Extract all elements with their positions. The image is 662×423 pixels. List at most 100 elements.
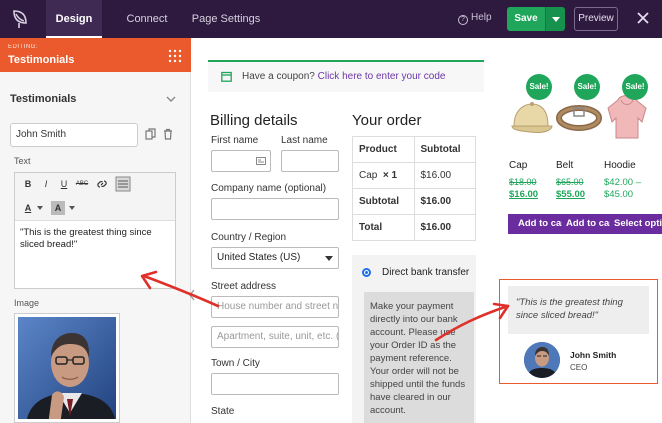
payment-description: Make your payment directly into our bank…	[364, 292, 474, 423]
highlight-color-caret-icon[interactable]	[69, 206, 75, 210]
editing-label: EDITING:	[8, 44, 39, 50]
coupon-notice: Have a coupon? Click here to enter your …	[208, 60, 484, 92]
street-input[interactable]: House number and street name	[211, 296, 339, 318]
editor-content[interactable]: "This is the greatest thing since sliced…	[20, 227, 172, 251]
editing-header: EDITING: Testimonials	[0, 38, 191, 72]
testimonial-author-name: John Smith	[570, 350, 617, 360]
billing-details-title: Billing details	[210, 112, 298, 129]
testimonial-block[interactable]: "This is the greatest thing since sliced…	[499, 279, 658, 384]
order-summary-table: Product Subtotal Cap × 1 $16.00 Subtotal…	[352, 136, 476, 241]
table-row: Total $16.00	[352, 214, 476, 241]
help-label: Help	[471, 12, 492, 23]
duplicate-icon[interactable]	[145, 128, 156, 140]
italic-button[interactable]: I	[39, 177, 53, 191]
country-label: Country / Region	[211, 232, 287, 243]
source-code-icon[interactable]	[115, 176, 131, 192]
bold-button[interactable]: B	[21, 177, 35, 191]
preview-button[interactable]: Preview	[574, 7, 618, 31]
testimonial-image[interactable]	[15, 314, 119, 422]
first-name-label: First name	[211, 135, 259, 146]
price-range: $42.00 – $45.00	[604, 177, 641, 200]
state-label: State	[211, 406, 235, 417]
total-value: $16.00	[413, 214, 476, 241]
link-icon[interactable]	[95, 177, 109, 191]
product-name[interactable]: Hoodie	[604, 160, 636, 171]
image-field-label: Image	[14, 298, 40, 308]
testimonial-author-role: CEO	[570, 363, 588, 372]
order-item-qty: × 1	[382, 170, 398, 181]
table-row: Cap × 1 $16.00	[352, 162, 476, 189]
apartment-input[interactable]: Apartment, suite, unit, etc. (optional)	[211, 326, 339, 348]
hoodie-image-icon	[607, 95, 647, 139]
coupon-link[interactable]: Click here to enter your code	[318, 71, 446, 82]
country-select[interactable]: United States (US)	[211, 247, 339, 269]
city-input[interactable]	[211, 373, 339, 395]
company-input[interactable]	[211, 198, 339, 220]
collapse-panel-icon[interactable]	[187, 288, 197, 302]
editor-toolbar: B I U ABC A A	[15, 173, 175, 221]
contact-card-icon	[256, 157, 266, 165]
strikethrough-button[interactable]: ABC	[75, 177, 89, 191]
portrait-photo-icon	[524, 342, 560, 378]
table-row: Product Subtotal	[352, 136, 476, 163]
product-name[interactable]: Belt	[556, 160, 573, 171]
close-icon[interactable]	[634, 9, 652, 27]
old-price: $65.00	[556, 177, 584, 187]
your-order-title: Your order	[352, 112, 422, 129]
rich-text-editor[interactable]: B I U ABC A A "This is the greatest thin…	[14, 172, 176, 289]
street-label: Street address	[211, 281, 277, 292]
font-color-button[interactable]: A	[21, 201, 35, 215]
sale-badge: Sale!	[622, 74, 648, 100]
last-name-label: Last name	[281, 135, 328, 146]
save-button[interactable]: Save	[507, 7, 545, 31]
sale-price: $16.00	[509, 189, 539, 200]
order-item-price: $16.00	[413, 162, 476, 189]
highlight-color-button[interactable]: A	[51, 201, 65, 215]
sidebar-panel: EDITING: Testimonials Testimonials John …	[0, 38, 195, 423]
chevron-down-icon[interactable]	[166, 95, 176, 103]
font-color-caret-icon[interactable]	[37, 206, 43, 210]
help-link[interactable]: ? Help	[458, 12, 492, 25]
sale-price: $55.00	[556, 189, 586, 200]
question-icon: ?	[458, 15, 468, 25]
total-label: Total	[352, 214, 415, 241]
city-label: Town / City	[211, 358, 260, 369]
add-to-cart-bar: Add to cart Add to cart Select options	[508, 214, 662, 234]
subtotal-label: Subtotal	[352, 188, 415, 215]
editing-title: Testimonials	[8, 54, 75, 66]
first-name-input[interactable]	[211, 150, 271, 172]
subtotal-header: Subtotal	[413, 136, 476, 163]
table-row: Subtotal $16.00	[352, 188, 476, 215]
text-field-label: Text	[14, 156, 31, 166]
order-item-name: Cap	[359, 170, 378, 181]
add-to-cart-button[interactable]: Add to cart	[518, 214, 562, 234]
section-title[interactable]: Testimonials	[10, 93, 76, 105]
top-bar: Design Connect Page Settings ? Help Save …	[0, 0, 662, 38]
tab-page-settings[interactable]: Page Settings	[188, 0, 264, 38]
tab-connect[interactable]: Connect	[116, 0, 178, 38]
last-name-input[interactable]	[281, 150, 339, 172]
product-name[interactable]: Cap	[509, 160, 527, 171]
save-dropdown-caret-icon[interactable]	[545, 7, 565, 31]
company-label: Company name (optional)	[211, 183, 327, 194]
bank-transfer-radio[interactable]	[362, 268, 371, 277]
seedprod-logo-icon	[13, 10, 27, 28]
product-header: Product	[352, 136, 415, 163]
old-price: $18.00	[509, 177, 537, 187]
order-item: Cap × 1	[352, 162, 415, 189]
testimonial-name-input[interactable]: John Smith	[10, 123, 138, 147]
belt-image-icon	[556, 105, 602, 131]
avatar	[524, 342, 560, 378]
grid-dots-icon[interactable]	[168, 49, 182, 63]
subtotal-value: $16.00	[413, 188, 476, 215]
payment-method-label[interactable]: Direct bank transfer	[382, 267, 469, 278]
underline-button[interactable]: U	[57, 177, 71, 191]
add-to-cart-button[interactable]: Add to cart	[566, 214, 610, 234]
select-options-button[interactable]: Select options	[614, 214, 662, 234]
testimonial-quote: "This is the greatest thing since sliced…	[508, 286, 649, 334]
sale-badge: Sale!	[574, 74, 600, 100]
trash-icon[interactable]	[163, 128, 173, 140]
cap-image-icon	[511, 102, 553, 133]
tab-design[interactable]: Design	[46, 0, 102, 38]
portrait-photo-icon	[18, 317, 116, 419]
